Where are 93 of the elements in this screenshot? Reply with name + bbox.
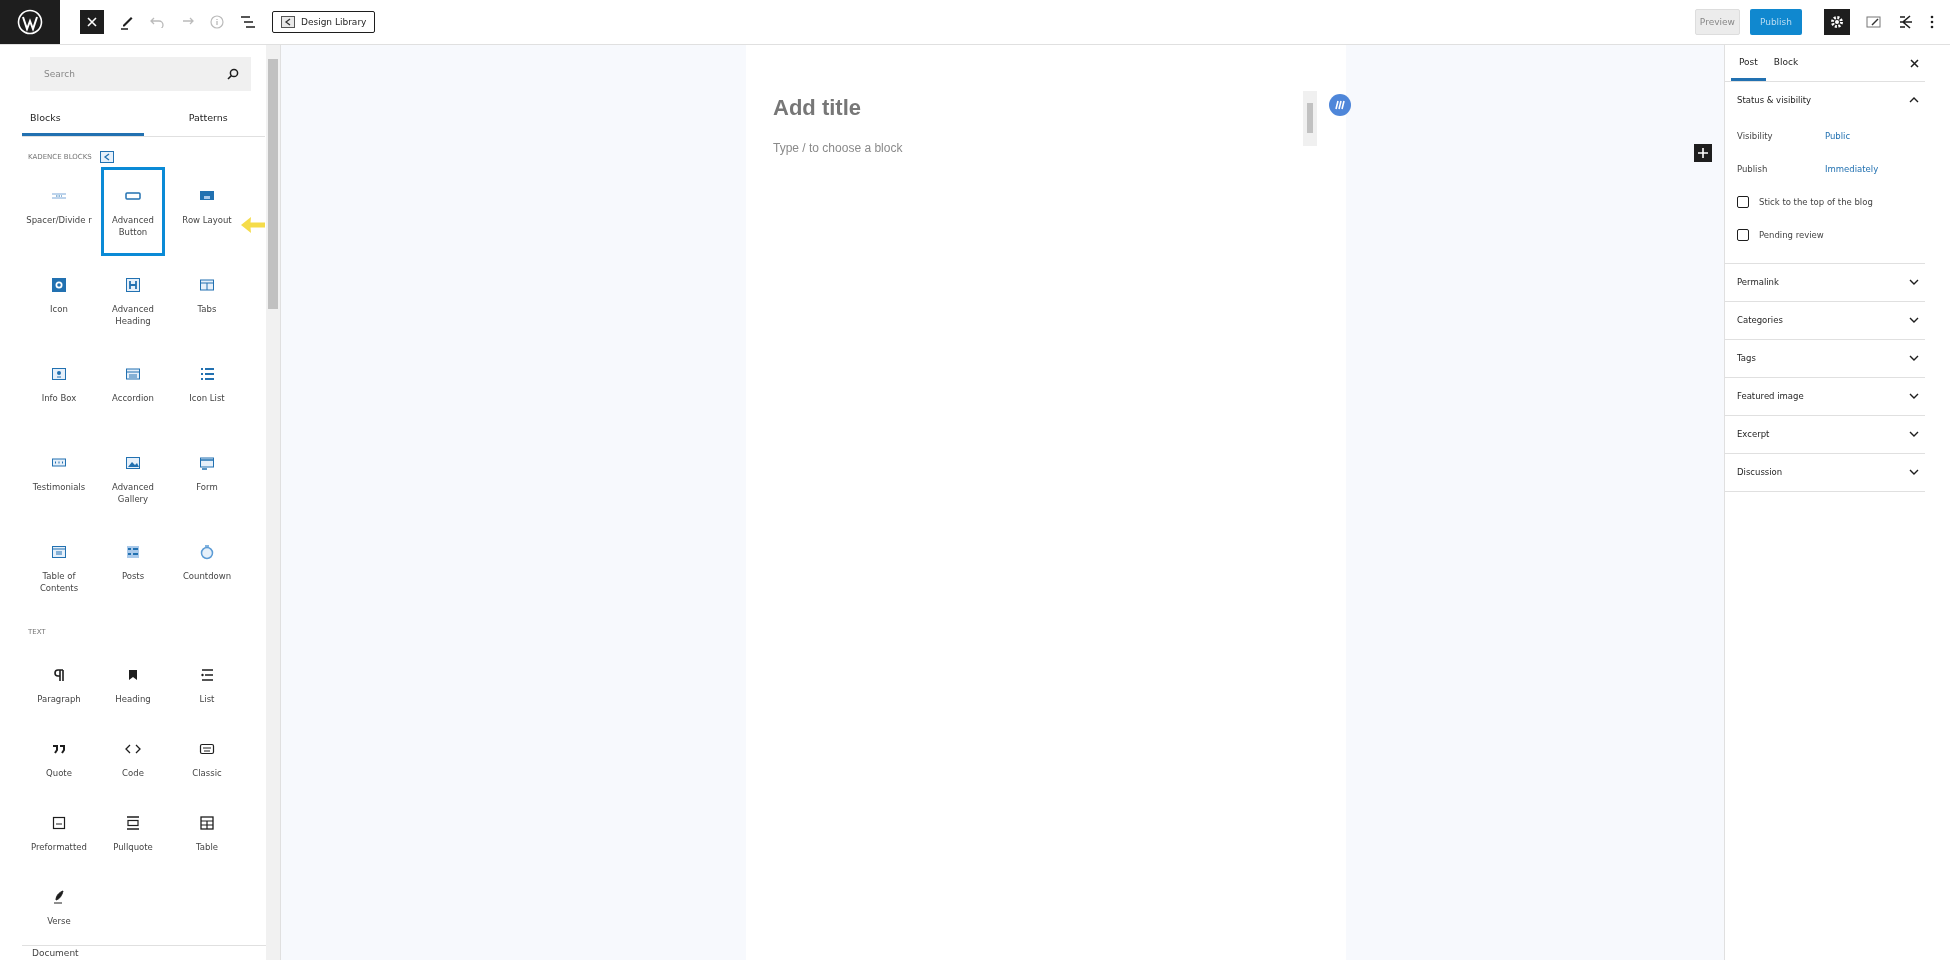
inserter-tab[interactable]: Blocks: [22, 103, 144, 136]
pilcrow-icon: [51, 667, 67, 683]
wordpress-logo-icon[interactable]: [0, 0, 60, 44]
chevron-up-icon: [1909, 97, 1919, 103]
kadence-icon[interactable]: [1898, 14, 1914, 30]
block-item[interactable]: Advanced Gallery: [101, 434, 165, 523]
block-item[interactable]: Accordion: [101, 345, 165, 434]
close-icon: [87, 17, 97, 27]
list-icon: [199, 667, 215, 683]
table-icon: [199, 815, 215, 831]
panel-header[interactable]: Discussion: [1725, 454, 1925, 491]
more-options-icon[interactable]: [1930, 15, 1934, 29]
block-item[interactable]: Spacer/Divide r: [27, 167, 91, 256]
block-item[interactable]: Posts: [101, 523, 165, 612]
chevron-down-icon: [1909, 469, 1919, 475]
sidebar-tab[interactable]: Block: [1765, 45, 1807, 81]
chevron-down-icon: [1909, 279, 1919, 285]
inserter-tab[interactable]: Patterns: [143, 103, 265, 136]
classic-icon: [199, 741, 215, 757]
toc-icon: [51, 544, 67, 560]
chevron-down-icon: [1909, 393, 1919, 399]
block-item[interactable]: Advanced Heading: [101, 256, 165, 345]
edit-icon[interactable]: [1866, 15, 1882, 29]
gear-icon: [1830, 15, 1844, 29]
setting-link[interactable]: Immediately: [1825, 163, 1879, 174]
search-input[interactable]: Search: [42, 68, 221, 80]
countdown-icon: [199, 544, 215, 560]
field-label: Publish: [1737, 163, 1769, 174]
tabs-icon: [199, 277, 215, 293]
checkbox[interactable]: [1737, 228, 1749, 241]
block-item[interactable]: Paragraph: [27, 644, 91, 718]
settings-button[interactable]: [1824, 9, 1850, 35]
close-button[interactable]: [80, 10, 104, 34]
block-item[interactable]: Preformatted: [27, 792, 91, 866]
panel-header[interactable]: Featured image: [1725, 378, 1925, 415]
close-icon[interactable]: [1910, 58, 1919, 68]
checkbox-label: Pending review: [1759, 229, 1824, 240]
checkbox[interactable]: [1737, 195, 1749, 208]
field-label: Visibility: [1737, 130, 1774, 141]
gallery-icon: [125, 455, 141, 471]
panel-header[interactable]: Excerpt: [1725, 416, 1925, 453]
posts-icon: [125, 544, 141, 560]
plus-icon: [1698, 148, 1708, 158]
chevron-down-icon: [1909, 317, 1919, 323]
block-item[interactable]: Row Layout: [175, 167, 239, 256]
chevron-down-icon: [1909, 355, 1919, 361]
block-placeholder[interactable]: Type / to choose a block: [773, 141, 1346, 155]
panel-header[interactable]: Status & visibility: [1725, 82, 1925, 119]
block-item[interactable]: Pullquote: [101, 792, 165, 866]
pencil-icon[interactable]: [120, 14, 134, 30]
block-item[interactable]: Table of Contents: [27, 523, 91, 612]
block-item[interactable]: List: [175, 644, 239, 718]
kadence-icon: [99, 151, 114, 163]
panel-header[interactable]: Permalink: [1725, 264, 1925, 301]
sidebar-tab[interactable]: Post: [1731, 45, 1766, 81]
block-item[interactable]: Verse: [27, 866, 91, 940]
panel-header[interactable]: Tags: [1725, 340, 1925, 377]
block-item[interactable]: Testimonials: [27, 434, 91, 523]
pre-icon: [51, 815, 67, 831]
plugin-badge-icon[interactable]: [1329, 94, 1351, 116]
scrollbar[interactable]: [266, 45, 280, 960]
form-icon: [199, 455, 215, 471]
block-item[interactable]: Quote: [27, 718, 91, 792]
chevron-down-icon: [1909, 431, 1919, 437]
infobox-icon: [51, 366, 67, 382]
iconlist-icon: [199, 366, 215, 382]
pullquote-icon: [125, 815, 141, 831]
heading-icon: [125, 277, 141, 293]
block-item[interactable]: Countdown: [175, 523, 239, 612]
block-item[interactable]: Tabs: [175, 256, 239, 345]
block-item[interactable]: Advanced Button: [101, 167, 165, 256]
title-field[interactable]: Add title: [773, 95, 861, 121]
block-item[interactable]: Form: [175, 434, 239, 523]
block-item[interactable]: Heading: [101, 644, 165, 718]
verse-icon: [51, 889, 67, 905]
design-library-button[interactable]: Design Library: [272, 11, 376, 33]
kadence-icon: [281, 16, 295, 28]
checkbox-label: Stick to the top of the blog: [1759, 196, 1873, 207]
search-icon: [227, 68, 239, 80]
search-field[interactable]: Search: [30, 57, 251, 91]
block-item[interactable]: Table: [175, 792, 239, 866]
block-item[interactable]: Code: [101, 718, 165, 792]
setting-link[interactable]: Public: [1825, 130, 1851, 141]
block-item[interactable]: Icon List: [175, 345, 239, 434]
panel-header[interactable]: Categories: [1725, 302, 1925, 339]
accordion-icon: [125, 366, 141, 382]
block-item[interactable]: Info Box: [27, 345, 91, 434]
add-block-button[interactable]: [1694, 144, 1712, 162]
arrow-drawing: [241, 217, 265, 233]
scrollbar[interactable]: [1303, 91, 1317, 146]
block-item[interactable]: Icon: [27, 256, 91, 345]
block-item[interactable]: Classic: [175, 718, 239, 792]
list-view-icon[interactable]: [240, 15, 256, 29]
